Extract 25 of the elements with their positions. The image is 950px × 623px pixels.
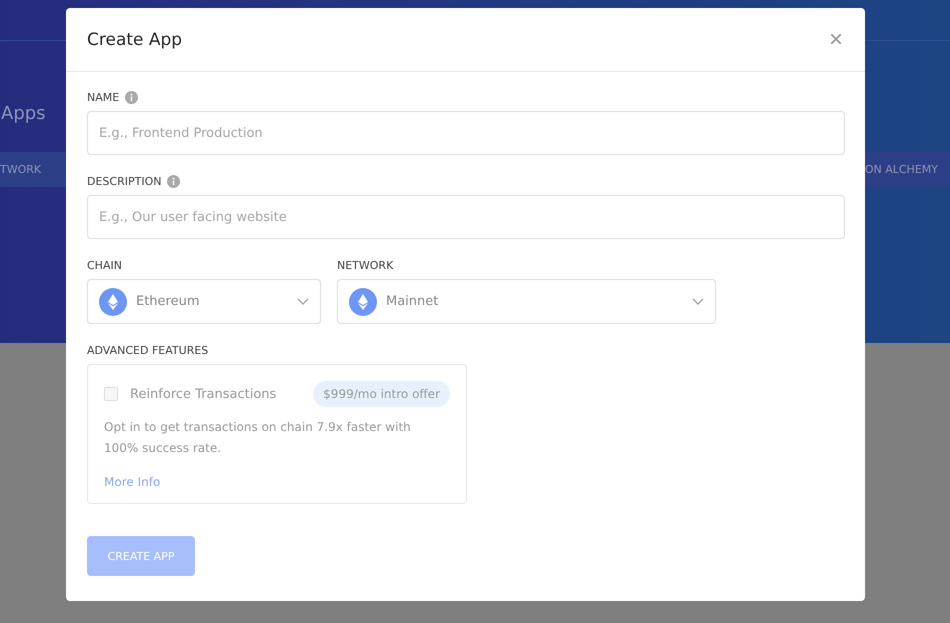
input-field[interactable]: E.g., Our user facing website xyxy=(87,195,845,239)
info-icon xyxy=(167,175,180,188)
field-label: NETWORK xyxy=(337,259,394,272)
page-title: Apps xyxy=(1,103,46,124)
chevron-down-icon xyxy=(297,298,309,306)
feature-description: Opt in to get transactions on chain 7.9x faster with 100% success rate. xyxy=(104,419,412,457)
section-label: ADVANCED FEATURES xyxy=(87,344,208,357)
chevron-down-icon xyxy=(692,298,704,306)
dialog-title: Create App xyxy=(87,30,182,50)
column-header: ON ALCHEMY xyxy=(864,163,938,176)
close-button[interactable]: × xyxy=(824,26,847,54)
field-label: DESCRIPTION xyxy=(87,175,162,188)
column-header: TWORK xyxy=(0,163,42,176)
option-label: Reinforce Transactions xyxy=(130,386,278,402)
checkbox[interactable] xyxy=(104,387,118,401)
ethereum-icon xyxy=(99,288,127,316)
info-icon xyxy=(125,91,138,104)
more-info-link[interactable]: More Info xyxy=(104,475,160,489)
select-dropdown[interactable]: Ethereum xyxy=(87,279,321,324)
field-label: NAME xyxy=(87,91,120,104)
select-dropdown[interactable]: Mainnet xyxy=(337,279,716,324)
field-label: CHAIN xyxy=(87,259,122,272)
ethereum-icon xyxy=(349,288,377,316)
price-badge: $999/mo intro offer xyxy=(313,381,450,407)
input-field[interactable]: E.g., Frontend Production xyxy=(87,111,845,155)
